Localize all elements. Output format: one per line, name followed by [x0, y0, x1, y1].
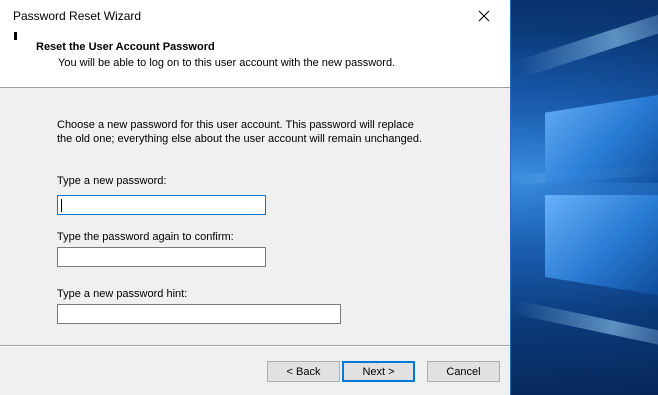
instructions: Choose a new password for this user acco…	[57, 118, 457, 146]
password-hint-field[interactable]	[57, 304, 341, 324]
window-title: Password Reset Wizard	[13, 9, 142, 23]
new-password-field[interactable]	[57, 195, 266, 215]
confirm-password-label: Type the password again to confirm:	[57, 231, 234, 243]
wizard-header: Reset the User Account Password You will…	[0, 32, 510, 88]
close-icon	[478, 10, 490, 22]
page-title: Reset the User Account Password	[36, 41, 215, 53]
password-reset-wizard-dialog: Password Reset Wizard Reset the User Acc…	[0, 0, 511, 395]
light-beam	[513, 300, 658, 356]
instructions-line-1: Choose a new password for this user acco…	[57, 119, 414, 131]
text-caret	[61, 199, 62, 212]
confirm-password-field[interactable]	[57, 247, 266, 267]
window-logo-pane	[545, 95, 658, 183]
page-subtitle: You will be able to log on to this user …	[58, 57, 396, 69]
password-hint-label: Type a new password hint:	[57, 288, 188, 300]
new-password-label: Type a new password:	[57, 175, 167, 187]
header-marker	[14, 32, 17, 40]
window-logo-pane	[545, 195, 658, 295]
title-bar[interactable]: Password Reset Wizard	[0, 0, 510, 32]
back-button[interactable]: < Back	[267, 361, 340, 382]
instructions-line-2: the old one; everything else about the u…	[57, 133, 423, 145]
footer-separator	[0, 345, 510, 347]
light-beam	[517, 0, 658, 78]
next-button[interactable]: Next >	[342, 361, 415, 382]
cancel-button[interactable]: Cancel	[427, 361, 500, 382]
close-button[interactable]	[462, 0, 506, 32]
